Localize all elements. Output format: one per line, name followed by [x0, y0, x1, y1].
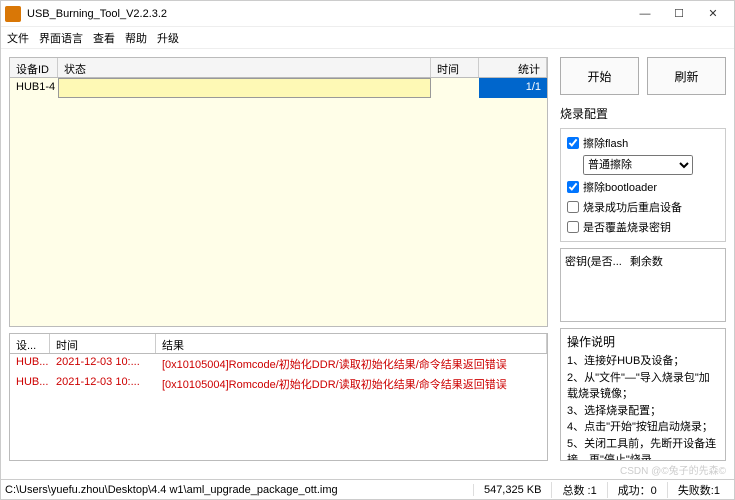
menu-file[interactable]: 文件: [7, 30, 29, 46]
instruction-step: 2、从"文件"—"导入烧录包"加载烧录镜像；: [567, 370, 719, 403]
log-header-device[interactable]: 设...: [10, 334, 50, 353]
instructions-title: 操作说明: [567, 333, 719, 351]
key-label2: 剩余数: [630, 253, 663, 317]
device-row[interactable]: HUB1-4 1/1: [10, 78, 547, 98]
key-label1: 密钥(是否...: [565, 253, 622, 317]
col-header-status[interactable]: 状态: [58, 58, 431, 77]
refresh-button[interactable]: 刷新: [647, 57, 726, 95]
instruction-step: 4、点击"开始"按钮启动烧录；: [567, 419, 719, 436]
maximize-button[interactable]: ☐: [662, 3, 696, 25]
start-button[interactable]: 开始: [560, 57, 639, 95]
erase-bootloader-checkbox[interactable]: [567, 181, 579, 193]
instruction-step: 1、连接好HUB及设备；: [567, 353, 719, 370]
log-cell-time: 2021-12-03 10:...: [50, 375, 156, 393]
log-cell-dev: HUB...: [10, 355, 50, 373]
menu-lang[interactable]: 界面语言: [39, 30, 83, 46]
cell-time: [431, 78, 479, 98]
cell-status: [58, 78, 431, 98]
log-cell-res: [0x10105004]Romcode/初始化DDR/读取初始化结果/命令结果返…: [156, 355, 547, 373]
instructions-box: 操作说明 1、连接好HUB及设备； 2、从"文件"—"导入烧录包"加载烧录镜像；…: [560, 328, 726, 461]
cell-device-id: HUB1-4: [10, 78, 58, 98]
instruction-step: 5、关闭工具前，先断开设备连接，再"停止"烧录。: [567, 436, 719, 462]
checkbox-reboot-after[interactable]: 烧录成功后重启设备: [567, 199, 719, 215]
status-size: 547,325 KB: [473, 484, 552, 496]
close-button[interactable]: ✕: [696, 3, 730, 25]
menu-view[interactable]: 查看: [93, 30, 115, 46]
erase-mode-select[interactable]: 普通擦除: [583, 155, 693, 175]
reboot-after-checkbox[interactable]: [567, 201, 579, 213]
key-box: 密钥(是否... 剩余数: [560, 248, 726, 322]
log-cell-time: 2021-12-03 10:...: [50, 355, 156, 373]
status-total: 总数 :1: [551, 482, 606, 498]
device-grid[interactable]: 设备ID 状态 时间 统计 HUB1-4 1/1: [9, 57, 548, 327]
log-header-result[interactable]: 结果: [156, 334, 547, 353]
status-success: 成功：0: [607, 482, 667, 498]
instruction-step: 3、选择烧录配置；: [567, 403, 719, 420]
window-title: USB_Burning_Tool_V2.2.3.2: [27, 8, 628, 20]
cell-stat: 1/1: [479, 78, 547, 98]
checkbox-erase-flash[interactable]: 擦除flash: [567, 135, 719, 151]
log-cell-dev: HUB...: [10, 375, 50, 393]
checkbox-erase-bootloader[interactable]: 擦除bootloader: [567, 179, 719, 195]
log-cell-res: [0x10105004]Romcode/初始化DDR/读取初始化结果/命令结果返…: [156, 375, 547, 393]
log-grid[interactable]: 设... 时间 结果 HUB... 2021-12-03 10:... [0x1…: [9, 333, 548, 461]
app-icon: [5, 6, 21, 22]
overwrite-key-checkbox[interactable]: [567, 221, 579, 233]
config-box: 擦除flash 普通擦除 擦除bootloader 烧录成功后重启设备 是否覆盖…: [560, 128, 726, 242]
statusbar: C:\Users\yuefu.zhou\Desktop\4.4 w1\aml_u…: [1, 479, 734, 499]
log-row[interactable]: HUB... 2021-12-03 10:... [0x10105004]Rom…: [10, 374, 547, 394]
checkbox-overwrite-key[interactable]: 是否覆盖烧录密钥: [567, 219, 719, 235]
menu-help[interactable]: 帮助: [125, 30, 147, 46]
log-header-time[interactable]: 时间: [50, 334, 156, 353]
minimize-button[interactable]: —: [628, 3, 662, 25]
col-header-time[interactable]: 时间: [431, 58, 479, 77]
menubar: 文件 界面语言 查看 帮助 升级: [1, 27, 734, 49]
erase-flash-checkbox[interactable]: [567, 137, 579, 149]
col-header-device-id[interactable]: 设备ID: [10, 58, 58, 77]
menu-upgrade[interactable]: 升级: [157, 30, 179, 46]
status-fail: 失败数:1: [667, 482, 730, 498]
config-title: 烧录配置: [560, 105, 726, 122]
col-header-stat[interactable]: 统计: [479, 58, 547, 77]
log-row[interactable]: HUB... 2021-12-03 10:... [0x10105004]Rom…: [10, 354, 547, 374]
status-path: C:\Users\yuefu.zhou\Desktop\4.4 w1\aml_u…: [5, 484, 473, 496]
